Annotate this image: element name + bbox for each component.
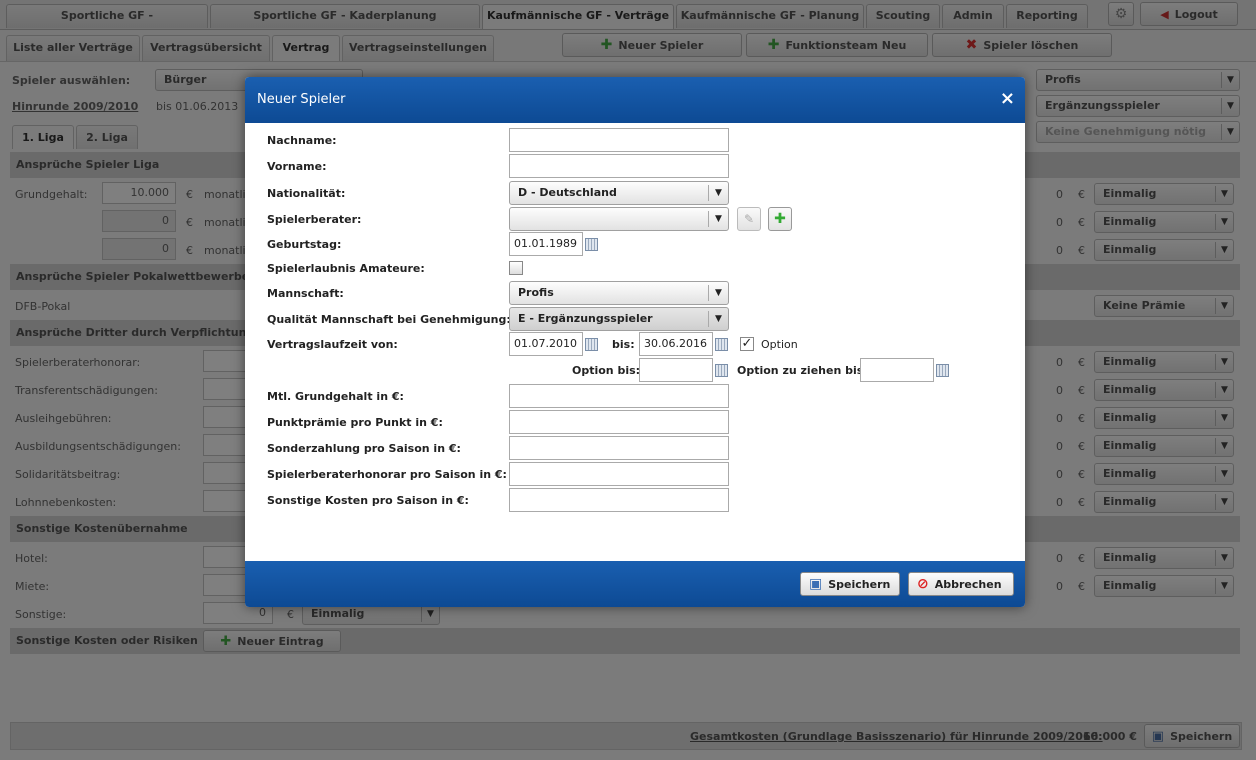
grundgehalt-label: Mtl. Grundgehalt in €:	[267, 390, 404, 403]
sonderzahlung-label: Sonderzahlung pro Saison in €:	[267, 442, 461, 455]
chevron-down-icon: ▼	[708, 185, 728, 201]
vorname-label: Vorname:	[267, 160, 327, 173]
qualitaet-select[interactable]: E - Ergänzungsspieler ▼	[509, 307, 729, 331]
punktpraemie-input[interactable]	[509, 410, 729, 434]
spielerberater-label: Spielerberater:	[267, 213, 362, 226]
calendar-icon[interactable]	[936, 364, 949, 377]
grundgehalt-input[interactable]	[509, 384, 729, 408]
dialog-header: Neuer Spieler ×	[245, 77, 1025, 123]
laufzeit-von-input[interactable]: 01.07.2010	[509, 332, 583, 356]
nachname-label: Nachname:	[267, 134, 337, 147]
dialog-save-button[interactable]: ▣ Speichern	[800, 572, 900, 596]
calendar-icon[interactable]	[715, 364, 728, 377]
new-player-dialog: Neuer Spieler × Nachname: Vorname: Natio…	[245, 77, 1025, 607]
dialog-footer: ▣ Speichern ⊘ Abbrechen	[245, 561, 1025, 607]
calendar-icon[interactable]	[585, 338, 598, 351]
vorname-input[interactable]	[509, 154, 729, 178]
mannschaft-label: Mannschaft:	[267, 287, 344, 300]
chevron-down-icon: ▼	[708, 311, 728, 327]
option-ziehen-input[interactable]	[860, 358, 934, 382]
option-bis-label: Option bis:	[572, 364, 641, 377]
nationalitaet-select[interactable]: D - Deutschland ▼	[509, 181, 729, 205]
close-icon[interactable]: ×	[1000, 77, 1015, 121]
option-checkbox[interactable]: ✓	[740, 337, 754, 351]
option-bis-input[interactable]	[639, 358, 713, 382]
edit-icon[interactable]: ✎	[737, 207, 761, 231]
chevron-down-icon: ▼	[708, 285, 728, 301]
qualitaet-label: Qualität Mannschaft bei Genehmigung:	[267, 313, 511, 326]
nachname-input[interactable]	[509, 128, 729, 152]
spielerberater-select[interactable]: ▼	[509, 207, 729, 231]
bis-label: bis:	[612, 338, 635, 351]
sonstige-kosten-label: Sonstige Kosten pro Saison in €:	[267, 494, 469, 507]
save-icon: ▣	[809, 576, 823, 592]
laufzeit-bis-input[interactable]: 30.06.2016	[639, 332, 713, 356]
geburtstag-input[interactable]: 01.01.1989	[509, 232, 583, 256]
calendar-icon[interactable]	[715, 338, 728, 351]
sonstige-kosten-input[interactable]	[509, 488, 729, 512]
beraterhonorar-label: Spielerberaterhonorar pro Saison in €:	[267, 468, 507, 481]
option-label: Option	[761, 338, 798, 351]
calendar-icon[interactable]	[585, 238, 598, 251]
laufzeit-label: Vertragslaufzeit von:	[267, 338, 398, 351]
add-icon[interactable]: ✚	[768, 207, 792, 231]
punktpraemie-label: Punktprämie pro Punkt in €:	[267, 416, 443, 429]
dialog-title: Neuer Spieler	[257, 92, 346, 107]
cancel-icon: ⊘	[917, 576, 929, 592]
spielerlaubnis-label: Spielerlaubnis Amateure:	[267, 262, 425, 275]
mannschaft-select[interactable]: Profis ▼	[509, 281, 729, 305]
option-ziehen-label: Option zu ziehen bis:	[737, 364, 868, 377]
chevron-down-icon: ▼	[708, 211, 728, 227]
nationalitaet-label: Nationalität:	[267, 187, 346, 200]
beraterhonorar-input[interactable]	[509, 462, 729, 486]
geburtstag-label: Geburtstag:	[267, 238, 342, 251]
spielerlaubnis-checkbox[interactable]	[509, 261, 523, 275]
sonderzahlung-input[interactable]	[509, 436, 729, 460]
dialog-cancel-button[interactable]: ⊘ Abbrechen	[908, 572, 1014, 596]
